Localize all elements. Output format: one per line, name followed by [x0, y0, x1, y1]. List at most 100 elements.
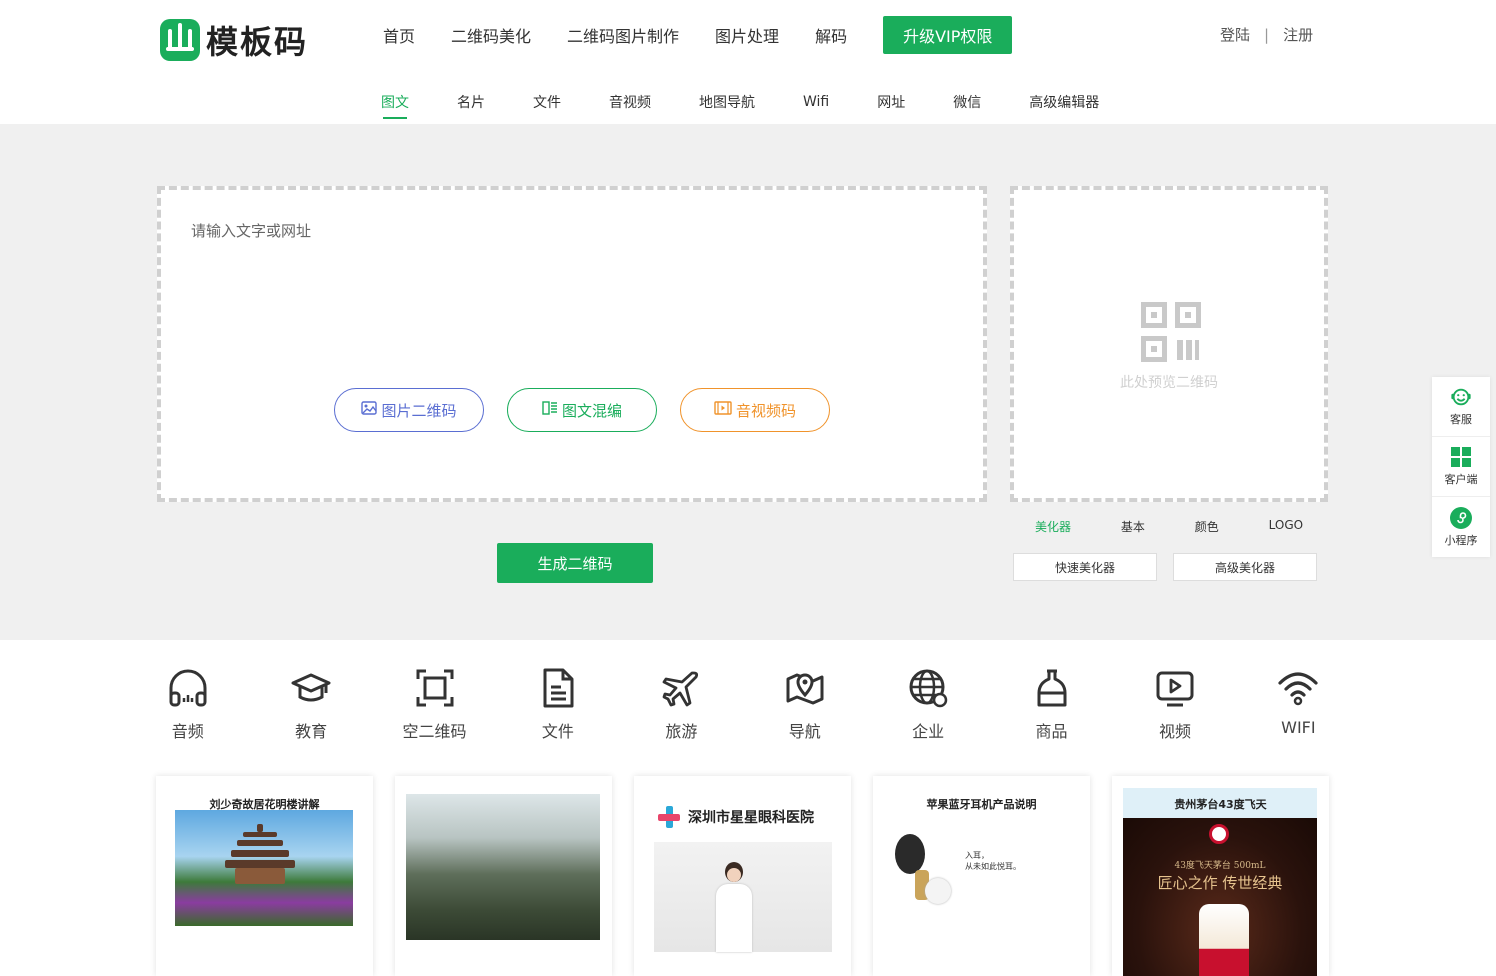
site-logo[interactable]: 模板码	[160, 18, 308, 62]
medical-cross-icon	[658, 806, 680, 828]
category-audio[interactable]: 音频	[126, 666, 249, 742]
auth-links: 登陆 | 注册	[1220, 24, 1313, 45]
side-client[interactable]: 客户端	[1432, 437, 1490, 497]
template-card[interactable]: 苹果蓝牙耳机产品说明 入耳， 从未如此悦耳。	[873, 776, 1090, 976]
nav-image-process[interactable]: 图片处理	[715, 23, 779, 47]
tab-text[interactable]: 图文	[381, 92, 409, 119]
nav-qr-image-make[interactable]: 二维码图片制作	[567, 23, 679, 47]
category-empty-qr-label: 空二维码	[402, 722, 467, 741]
nav-decode[interactable]: 解码	[815, 23, 847, 47]
category-video-label: 视频	[1158, 722, 1191, 741]
side-miniapp-label: 小程序	[1444, 533, 1478, 547]
earbuds-copy: 入耳， 从未如此悦耳。	[965, 850, 1021, 872]
template-card[interactable]: 深圳市星星眼科医院	[634, 776, 851, 976]
category-file[interactable]: 文件	[496, 666, 619, 742]
tab-audio-video[interactable]: 音视频	[609, 92, 651, 112]
side-miniapp[interactable]: 小程序	[1432, 497, 1490, 557]
template-card[interactable]	[395, 776, 612, 976]
card-title: 贵州茅台43度飞天	[1174, 798, 1267, 811]
main-nav: 首页 二维码美化 二维码图片制作 图片处理 解码 升级VIP权限	[383, 16, 1048, 54]
nav-qr-beautify[interactable]: 二维码美化	[451, 23, 531, 47]
mini-program-icon	[1450, 506, 1472, 529]
nav-home[interactable]: 首页	[383, 23, 415, 47]
side-service-label: 客服	[1450, 413, 1472, 426]
hospital-header: 深圳市星星眼科医院	[658, 806, 814, 828]
tab-wifi[interactable]: Wifi	[803, 94, 829, 110]
pavilion-image	[175, 810, 353, 926]
card-title: 苹果蓝牙耳机产品说明	[926, 798, 1037, 811]
audio-video-qr-label: 音视频码	[735, 401, 796, 420]
category-wifi-label: WIFI	[1281, 718, 1316, 737]
tab-wechat[interactable]: 微信	[953, 92, 981, 112]
category-travel-label: 旅游	[665, 722, 698, 741]
tab-url[interactable]: 网址	[877, 92, 905, 112]
liquor-subtitle: 43度飞天茅台 500mL	[1174, 861, 1266, 871]
product-bottle-icon	[1030, 666, 1074, 710]
image-qr-label: 图片二维码	[381, 401, 457, 420]
floating-side-panel: 客服 客户端 小程序	[1432, 377, 1490, 557]
qr-workarea: 请输入文字或网址 图片二维码 图文混编 音视频码 此处预览二维码 生成二维码 美…	[0, 124, 1496, 640]
template-card[interactable]: 贵州茅台43度飞天 43度飞天茅台 500mL 匠心之作 传世经典	[1112, 776, 1329, 976]
upgrade-vip-button[interactable]: 升级VIP权限	[883, 16, 1013, 54]
tab-color[interactable]: 颜色	[1195, 518, 1219, 535]
earbuds-line-2: 从未如此悦耳。	[965, 862, 1021, 871]
category-wifi[interactable]: WIFI	[1237, 666, 1360, 742]
category-audio-label: 音频	[171, 722, 204, 741]
login-link[interactable]: 登陆	[1220, 24, 1250, 45]
qr-placeholder-icon	[1141, 302, 1201, 362]
windows-icon	[1450, 446, 1472, 468]
side-service[interactable]: 客服	[1432, 377, 1490, 437]
customer-service-icon	[1450, 386, 1472, 408]
logo-mark-icon	[160, 19, 200, 61]
image-qr-button[interactable]: 图片二维码	[334, 388, 484, 432]
auth-separator: |	[1264, 25, 1270, 44]
scan-frame-icon	[413, 666, 457, 710]
category-product-label: 商品	[1035, 722, 1068, 741]
bottle-shape	[1199, 904, 1249, 976]
earbuds-image	[891, 834, 951, 924]
category-video[interactable]: 视频	[1113, 666, 1236, 742]
top-header: 模板码 首页 二维码美化 二维码图片制作 图片处理 解码 升级VIP权限 登陆 …	[0, 0, 1496, 76]
category-travel[interactable]: 旅游	[620, 666, 743, 742]
image-icon	[361, 401, 378, 419]
template-card[interactable]: 刘少奇故居花明楼讲解	[156, 776, 373, 976]
category-product[interactable]: 商品	[990, 666, 1113, 742]
category-empty-qr[interactable]: 空二维码	[373, 666, 496, 742]
audio-video-qr-button[interactable]: 音视频码	[680, 388, 830, 432]
advanced-beautifier-button[interactable]: 高级美化器	[1173, 553, 1317, 581]
document-icon	[536, 666, 580, 710]
category-list: 音频 教育 空二维码 文件 旅游 导航 企业 商品 视频 WIFI	[126, 666, 1360, 742]
liquor-slogan: 匠心之作 传世经典	[1157, 874, 1283, 892]
register-link[interactable]: 注册	[1283, 24, 1313, 45]
tab-logo[interactable]: LOGO	[1269, 518, 1303, 535]
card-title: 深圳市星星眼科医院	[688, 810, 814, 826]
category-education[interactable]: 教育	[249, 666, 372, 742]
globe-icon	[906, 666, 950, 710]
content-input-area[interactable]: 请输入文字或网址 图片二维码 图文混编 音视频码	[157, 186, 987, 502]
side-client-label: 客户端	[1444, 473, 1478, 486]
style-tabs: 美化器 基本 颜色 LOGO	[1010, 518, 1328, 535]
tab-advanced-editor[interactable]: 高级编辑器	[1029, 92, 1099, 112]
tab-card[interactable]: 名片	[457, 92, 485, 112]
tab-map-nav[interactable]: 地图导航	[699, 92, 755, 112]
layout-icon	[542, 401, 558, 419]
airplane-icon	[659, 666, 703, 710]
tab-beautifier[interactable]: 美化器	[1035, 518, 1071, 535]
film-icon	[714, 401, 732, 419]
content-input-placeholder: 请输入文字或网址	[191, 222, 312, 240]
mixed-content-button[interactable]: 图文混编	[507, 388, 657, 432]
graduation-cap-icon	[289, 666, 333, 710]
beautifier-buttons: 快速美化器 高级美化器	[1013, 553, 1333, 581]
quick-beautifier-button[interactable]: 快速美化器	[1013, 553, 1157, 581]
category-enterprise-label: 企业	[912, 722, 945, 741]
category-navigation[interactable]: 导航	[743, 666, 866, 742]
generate-qr-button[interactable]: 生成二维码	[497, 543, 653, 583]
tab-basic[interactable]: 基本	[1121, 518, 1145, 535]
template-cards: 刘少奇故居花明楼讲解 深圳市星星眼科医院 苹果蓝牙耳机产品说明 入耳， 从未如此…	[156, 776, 1351, 976]
category-education-label: 教育	[295, 722, 328, 741]
qr-type-tabs: 图文 名片 文件 音视频 地图导航 Wifi 网址 微信 高级编辑器	[356, 80, 1126, 124]
category-enterprise[interactable]: 企业	[866, 666, 989, 742]
category-navigation-label: 导航	[788, 722, 821, 741]
tab-file[interactable]: 文件	[533, 92, 561, 112]
earbuds-line-1: 入耳，	[965, 851, 989, 860]
